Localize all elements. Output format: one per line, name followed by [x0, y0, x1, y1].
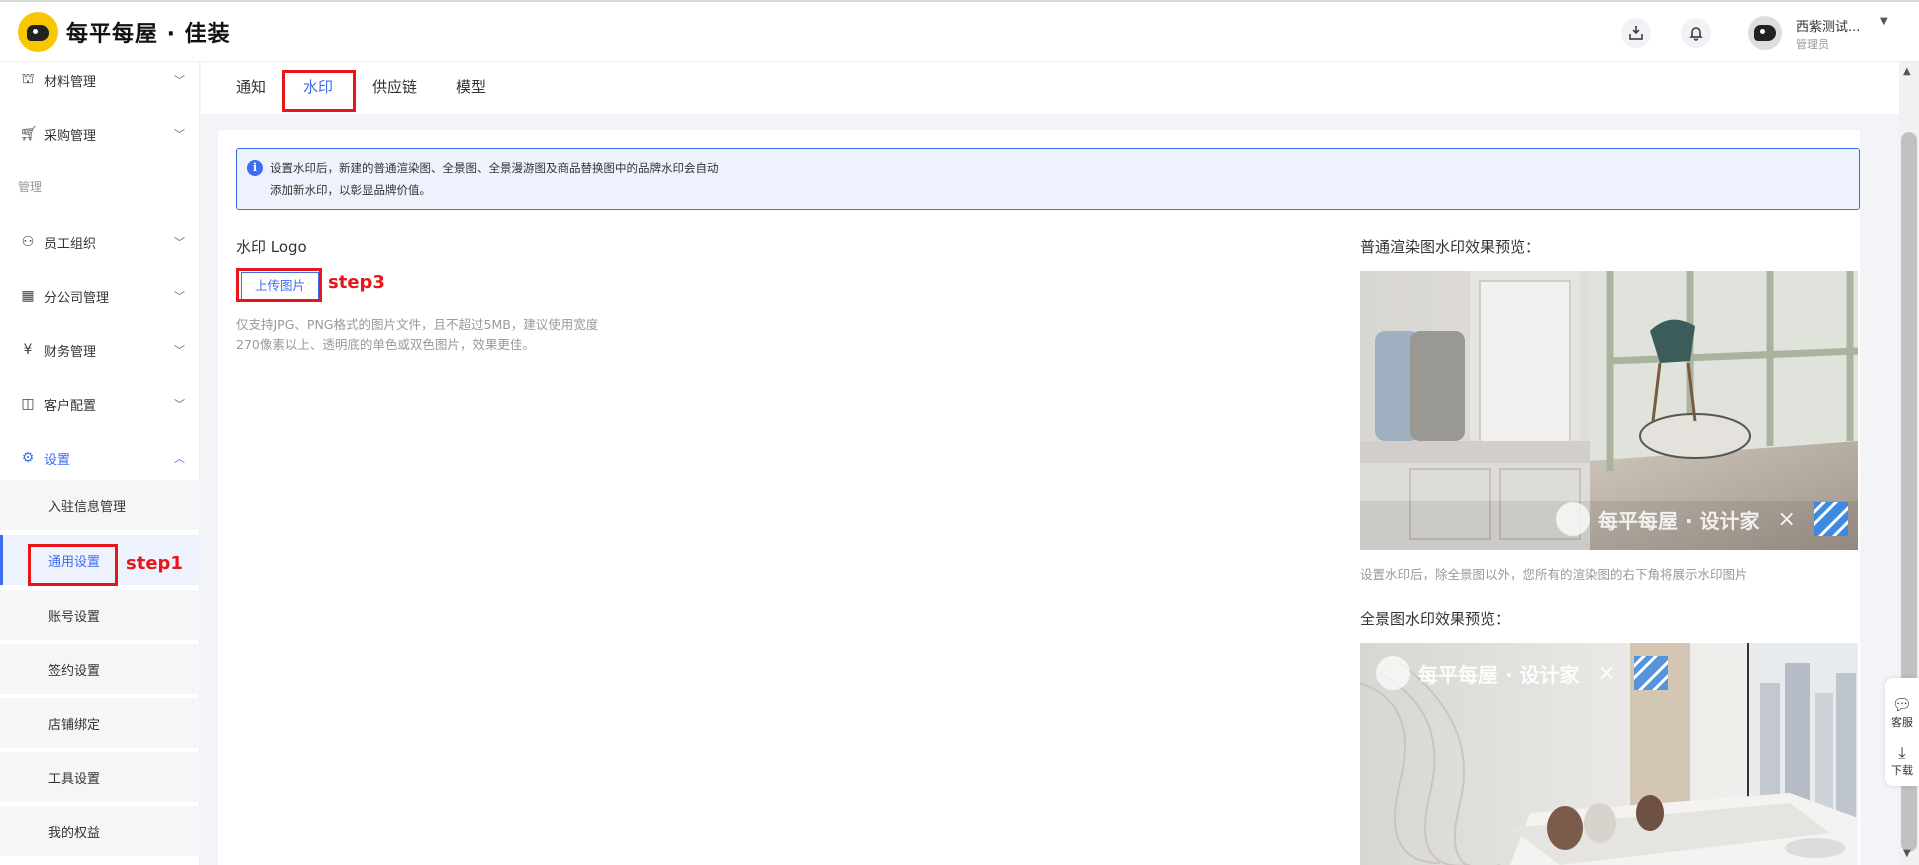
annotation-label-step3: step3: [328, 272, 385, 293]
notice-line-1: 设置水印后，新建的普通渲染图、全景图、全景漫游图及商品替换图中的品牌水印会自动: [270, 161, 719, 175]
sidebar-subitem-label: 账号设置: [48, 610, 101, 625]
chevron-down-icon: ﹀: [174, 290, 185, 303]
sidebar-item-label: 客户配置: [44, 398, 97, 414]
upload-hint-line-2: 270像素以上、透明底的单色或双色图片，效果更佳。: [236, 337, 535, 352]
avatar[interactable]: [1748, 16, 1782, 50]
sidebar-item-purchase[interactable]: 🛒︎ 采购管理 ﹀: [0, 114, 200, 154]
normal-preview-caption: 设置水印后，除全景图以外，您所有的渲染图的右下角将展示水印图片: [1360, 567, 1748, 582]
sidebar-group-label: 管理: [18, 180, 43, 194]
sidebar-subitem-label: 入驻信息管理: [48, 500, 127, 515]
chevron-down-icon: ﹀: [174, 128, 185, 141]
sidebar-subitem-contract[interactable]: 签约设置: [0, 644, 200, 694]
sidebar-item-label: 分公司管理: [44, 290, 110, 306]
tab-supply-chain[interactable]: 供应链: [372, 76, 417, 97]
material-icon: ⛫: [21, 71, 35, 87]
sidebar-item-customer[interactable]: ◫ 客户配置 ﹀: [0, 384, 200, 424]
sidebar-item-settings[interactable]: ⚙ 设置 ︿: [0, 438, 200, 478]
sidebar-subitem-benefits[interactable]: 我的权益: [0, 806, 200, 856]
tab-model[interactable]: 模型: [456, 76, 486, 97]
sidebar-item-label: 设置: [44, 452, 71, 468]
watermark-logo-icon: [1376, 656, 1410, 690]
sidebar-subitem-account[interactable]: 账号设置: [0, 590, 200, 640]
people-icon: ⚇: [21, 234, 35, 250]
chevron-down-icon: ﹀: [174, 74, 185, 87]
watermark-brand-icon: [1633, 656, 1668, 690]
chevron-down-icon: ﹀: [174, 236, 185, 249]
top-header: 每平每屋 · 佳装 西紫测试... 管理员 ▼: [0, 0, 1919, 62]
sidebar-subitem-label: 工具设置: [48, 772, 101, 787]
sidebar-item-label: 员工组织: [44, 236, 97, 252]
download-inbox-icon[interactable]: [1621, 18, 1651, 48]
brand-name: 每平每屋 · 佳装: [66, 22, 231, 47]
chevron-down-icon[interactable]: ▼: [1880, 16, 1888, 27]
sidebar-item-staff[interactable]: ⚇ 员工组织 ﹀: [0, 222, 200, 262]
scroll-down-icon[interactable]: ▼: [1903, 848, 1911, 859]
watermark-logo-title: 水印 Logo: [236, 238, 307, 256]
annotation-box-step1: [28, 544, 118, 586]
download-icon: ⤓: [1898, 743, 1906, 762]
sidebar-subitem-store[interactable]: 店铺绑定: [0, 698, 200, 748]
sidebar-item-material[interactable]: ⛫ 材料管理 ﹀: [0, 60, 200, 100]
watermark-brand-icon: [1813, 502, 1848, 536]
chat-icon: 💬︎: [1891, 695, 1913, 714]
user-role: 管理员: [1796, 38, 1829, 51]
download-label: 下载: [1891, 764, 1913, 777]
chevron-up-icon: ︿: [174, 452, 185, 465]
upload-hint-line-1: 仅支持JPG、PNG格式的图片文件，且不超过5MB，建议使用宽度: [236, 317, 599, 332]
info-icon: i: [247, 160, 263, 176]
sidebar-subitem-onboarding[interactable]: 入驻信息管理: [0, 480, 200, 530]
building-icon: ▦: [21, 288, 35, 304]
info-notice: i 设置水印后，新建的普通渲染图、全景图、全景漫游图及商品替换图中的品牌水印会自…: [236, 148, 1860, 210]
cart-icon: 🛒︎: [20, 126, 38, 142]
watermark-x: ×: [1777, 506, 1796, 532]
watermark-logo-icon: [1556, 502, 1590, 536]
sidebar-subitem-label: 店铺绑定: [48, 718, 101, 733]
sidebar-subitem-tools[interactable]: 工具设置: [0, 752, 200, 802]
sidebar: ⛫ 材料管理 ﹀ 🛒︎ 采购管理 ﹀ 管理 ⚇ 员工组织 ﹀ ▦ 分公司管理 ﹀…: [0, 62, 200, 865]
tabs-bar: 通知 水印 供应链 模型: [201, 62, 1899, 114]
normal-preview-title: 普通渲染图水印效果预览：: [1360, 238, 1541, 256]
chevron-down-icon: ﹀: [174, 398, 185, 411]
annotation-box-step3: [236, 268, 322, 302]
annotation-label-step1: step1: [126, 553, 183, 574]
customer-service-button[interactable]: 💬︎ 客服: [1885, 696, 1919, 730]
brand-logo-icon: [18, 12, 58, 52]
chevron-down-icon: ﹀: [174, 344, 185, 357]
scroll-up-icon[interactable]: ▲: [1903, 66, 1911, 77]
floating-toolbar: 💬︎ 客服 ⤓ 下载: [1885, 678, 1919, 786]
sidebar-subitem-label: 我的权益: [48, 826, 101, 841]
sidebar-item-branch[interactable]: ▦ 分公司管理 ﹀: [0, 276, 200, 316]
panorama-preview-title: 全景图水印效果预览：: [1360, 610, 1511, 628]
sidebar-subitem-label: 签约设置: [48, 664, 101, 679]
sidebar-item-label: 材料管理: [44, 74, 97, 90]
watermark-overlay: 每平每屋 · 设计家 ×: [1556, 499, 1856, 539]
sidebar-item-label: 采购管理: [44, 128, 97, 144]
sidebar-item-label: 财务管理: [44, 344, 97, 360]
brand-logo[interactable]: 每平每屋 · 佳装: [18, 12, 231, 52]
panorama-preview-image: 每平每屋 · 设计家 ×: [1360, 643, 1858, 865]
gear-icon: ⚙: [21, 450, 35, 466]
panorama-watermark-overlay: 每平每屋 · 设计家 ×: [1376, 653, 1676, 693]
customer-service-label: 客服: [1891, 716, 1913, 729]
user-name[interactable]: 西紫测试...: [1796, 16, 1860, 35]
annotation-box-step2: [282, 70, 356, 112]
layout-icon: ◫: [21, 396, 35, 412]
notice-line-2: 添加新水印，以彰显品牌价值。: [270, 183, 431, 197]
watermark-text: 每平每屋 · 设计家: [1598, 508, 1760, 533]
download-button[interactable]: ⤓ 下载: [1885, 744, 1919, 778]
watermark-text: 每平每屋 · 设计家: [1418, 662, 1580, 687]
bell-icon[interactable]: [1681, 18, 1711, 48]
watermark-x: ×: [1597, 660, 1616, 686]
normal-render-preview-image: 每平每屋 · 设计家 ×: [1360, 271, 1858, 550]
sidebar-item-finance[interactable]: ¥ 财务管理 ﹀: [0, 330, 200, 370]
tab-notice[interactable]: 通知: [236, 76, 266, 97]
finance-icon: ¥: [23, 342, 33, 358]
